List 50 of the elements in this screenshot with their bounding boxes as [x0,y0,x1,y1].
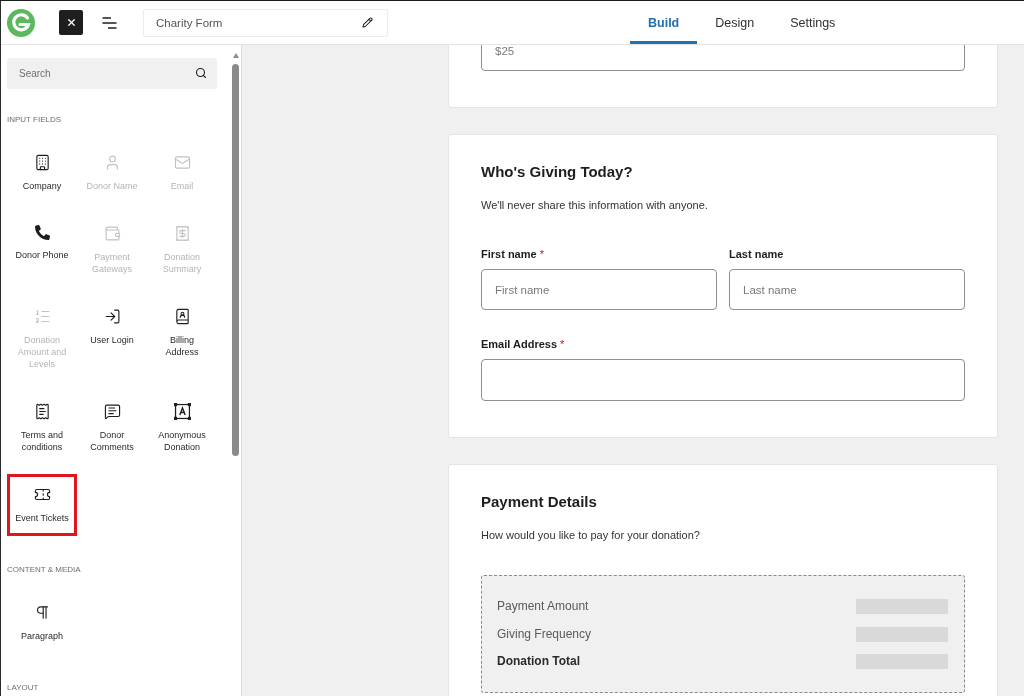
text-input-field[interactable] [481,359,965,401]
summary-label: Donation Total [497,654,581,669]
tab[interactable]: Settings [772,1,854,44]
field-block[interactable]: Anonymous Donation [147,391,217,465]
section-heading: LAYOUT [7,683,39,693]
search-field[interactable]: Search [7,58,217,89]
form-title: Charity Form [156,16,223,29]
numbered-list-icon [33,308,51,325]
field-block[interactable]: Terms and conditions [7,391,77,465]
field-block[interactable]: Donor Comments [77,391,147,465]
ticket-icon [33,486,51,503]
field-block[interactable]: Event Tickets [7,474,77,536]
wallet-icon [103,225,121,242]
field-block[interactable]: Donor Phone [7,213,77,287]
comment-icon [103,403,121,420]
text-input-field[interactable]: Last name [729,269,965,310]
form-title-field[interactable]: Charity Form [143,8,388,37]
field-block[interactable]: Company [7,142,77,204]
text-input-field[interactable]: First name [481,269,717,310]
field-block[interactable]: Paragraph [7,592,77,654]
menu-icon[interactable] [102,16,117,29]
tab[interactable]: Design [697,1,773,44]
field-label: Last name [729,247,784,261]
text-box-icon [173,403,191,420]
search-icon[interactable] [195,67,207,79]
receipt-icon [173,225,191,242]
close-icon [65,17,77,28]
scrollbar-thumb[interactable] [232,64,239,456]
close-button[interactable] [59,10,83,35]
scroll-up-arrow-icon[interactable] [232,53,239,58]
field-block[interactable]: Billing Address [147,296,217,382]
summary-label: Giving Frequency [497,626,592,642]
pencil-icon[interactable] [362,17,373,28]
login-icon [103,308,121,325]
field-label: First name * [481,247,544,261]
section-heading: CONTENT & MEDIA [7,565,81,575]
section-heading: INPUT FIELDS [7,115,62,125]
summary-label: Payment Amount [497,599,589,614]
building-icon [33,154,51,171]
section-title: Who's Giving Today? [481,162,633,182]
address-book-icon [173,308,191,325]
document-icon [33,403,51,420]
field-block[interactable]: User Login [77,296,147,382]
section-description: We'll never share this information with anyone. [481,198,708,212]
section-title: Payment Details [481,492,597,512]
section-description: How would you like to pay for your donation? [481,528,700,542]
amount-input-field[interactable]: $25 [481,45,965,71]
phone-icon [34,225,50,240]
envelope-icon [173,154,191,171]
field-label: Email Address * [481,337,565,351]
